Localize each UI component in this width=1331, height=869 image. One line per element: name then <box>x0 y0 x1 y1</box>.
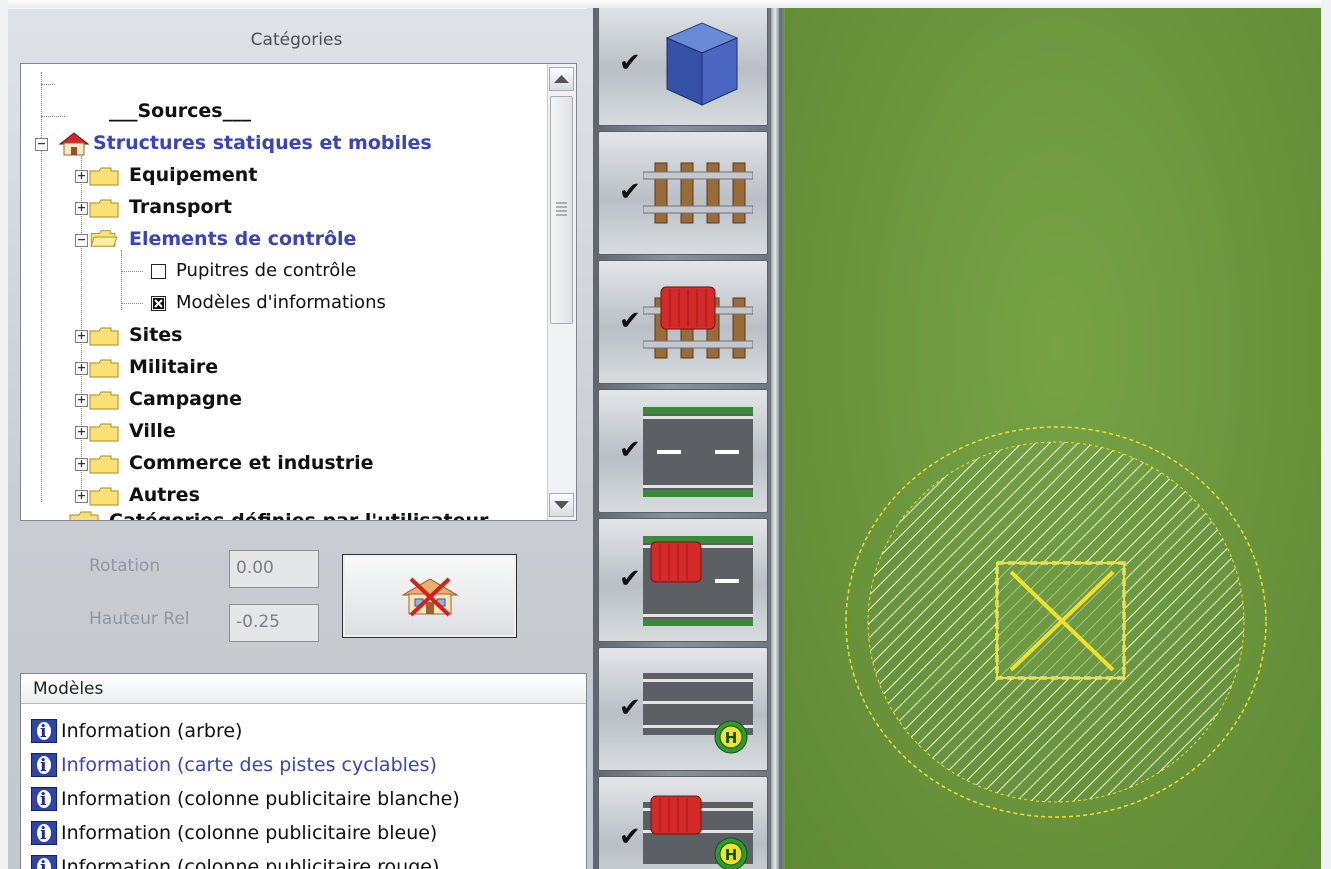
folder-icon <box>89 391 119 410</box>
filter-rail-button[interactable]: ✔ <box>598 131 768 255</box>
scroll-down-button[interactable] <box>549 493 574 517</box>
expand-icon[interactable]: + <box>75 202 88 215</box>
models-list[interactable]: Modèles i Information (arbre) i Informat… <box>20 673 587 869</box>
checkmark-icon <box>153 298 164 309</box>
check-icon: ✔ <box>619 822 641 852</box>
bus-stop-icon: H <box>643 673 753 754</box>
scroll-thumb[interactable] <box>550 96 573 324</box>
placement-preview <box>845 426 1267 818</box>
filter-bus-stop-vehicle-button[interactable]: ✔ H <box>598 776 768 869</box>
models-header: Modèles <box>21 674 586 704</box>
folder-icon <box>89 423 119 442</box>
svg-text:H: H <box>725 729 738 747</box>
expand-icon[interactable]: + <box>75 394 88 407</box>
checkbox-checked[interactable] <box>151 296 166 311</box>
check-icon: ✔ <box>619 306 641 336</box>
check-icon: ✔ <box>619 435 641 465</box>
cube-icon <box>665 22 739 106</box>
rotation-field[interactable]: 0.00 <box>229 550 319 588</box>
filter-cube-button[interactable]: ✔ <box>598 2 768 126</box>
arrow-up-icon <box>554 75 569 83</box>
svg-text:H: H <box>725 846 738 864</box>
expand-icon[interactable]: + <box>75 458 88 471</box>
height-field[interactable]: -0.25 <box>229 604 319 642</box>
toolbar-separator[interactable] <box>771 0 779 869</box>
folder-icon <box>89 167 119 186</box>
arrow-down-icon <box>554 501 569 509</box>
filter-road-vehicle-button[interactable]: ✔ <box>598 518 768 642</box>
folder-icon <box>89 455 119 474</box>
expand-icon[interactable]: + <box>75 490 88 503</box>
folder-open-icon <box>90 230 118 247</box>
delete-object-button[interactable] <box>342 554 517 638</box>
categories-title: Catégories <box>250 30 343 50</box>
height-label: Hauteur Rel <box>89 609 190 629</box>
expand-icon[interactable]: + <box>75 330 88 343</box>
rail-vehicle-icon <box>643 286 753 359</box>
folder-icon <box>69 511 99 520</box>
house-delete-icon <box>401 577 459 617</box>
expand-icon[interactable]: + <box>75 426 88 439</box>
map-viewport[interactable] <box>785 0 1331 869</box>
check-icon: ✔ <box>619 564 641 594</box>
road-icon <box>643 407 753 497</box>
left-panel: Catégories ___Sources___ − Structures st… <box>0 0 594 869</box>
check-icon: ✔ <box>619 177 641 207</box>
check-icon: ✔ <box>619 693 641 723</box>
filter-toolbar: ✔ ✔ ✔ ✔ ✔ ✔ H ✔ H <box>593 0 783 869</box>
scroll-up-button[interactable] <box>549 67 574 91</box>
rail-track-icon <box>643 162 753 224</box>
folder-icon <box>89 327 119 346</box>
info-icon: i <box>31 821 57 845</box>
tree-item-structures[interactable]: − Structures statiques et mobiles <box>21 128 547 158</box>
grip-icon <box>556 202 567 216</box>
info-icon: i <box>31 787 57 811</box>
house-icon <box>58 132 90 156</box>
folder-icon <box>89 359 119 378</box>
filter-rail-vehicle-button[interactable]: ✔ <box>598 260 768 384</box>
rotation-label: Rotation <box>89 556 161 576</box>
collapse-icon[interactable]: − <box>35 138 48 151</box>
check-icon: ✔ <box>619 48 641 78</box>
filter-bus-stop-button[interactable]: ✔ H <box>598 647 768 771</box>
collapse-icon[interactable]: − <box>75 234 88 247</box>
info-icon: i <box>31 855 57 869</box>
folder-icon <box>89 487 119 506</box>
tree-scrollbar[interactable] <box>547 64 576 520</box>
folder-icon <box>89 199 119 218</box>
expand-icon[interactable]: + <box>75 170 88 183</box>
category-tree[interactable]: ___Sources___ − Structures statiques et … <box>20 63 577 521</box>
road-vehicle-icon <box>643 536 753 626</box>
expand-icon[interactable]: + <box>75 362 88 375</box>
info-icon: i <box>31 719 57 743</box>
bus-stop-vehicle-icon: H <box>643 795 753 869</box>
filter-road-button[interactable]: ✔ <box>598 389 768 513</box>
info-icon: i <box>31 753 57 777</box>
checkbox-unchecked[interactable] <box>151 264 166 279</box>
